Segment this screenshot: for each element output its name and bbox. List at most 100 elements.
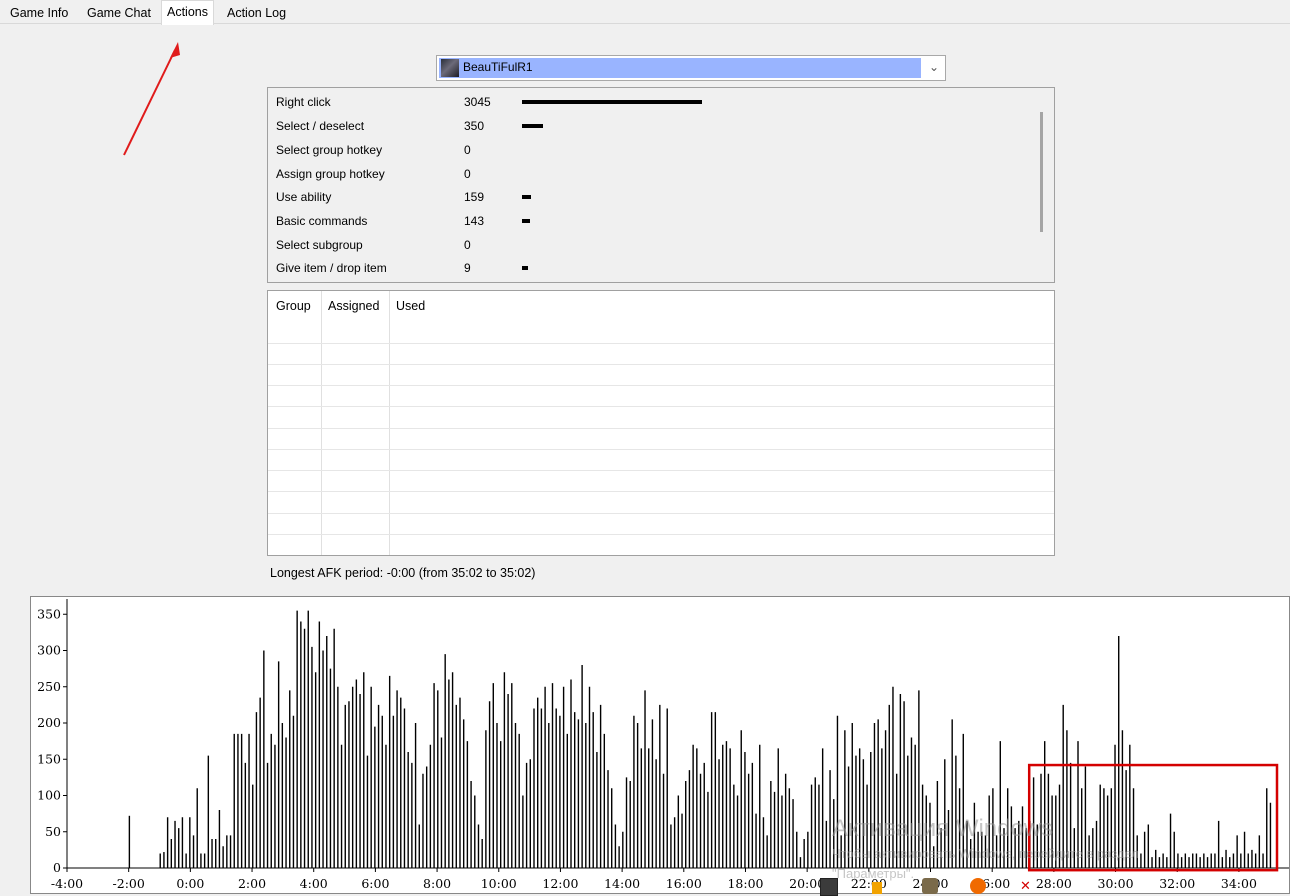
mute-icon[interactable]: ✕ bbox=[1020, 878, 1036, 894]
chart-bar bbox=[433, 683, 435, 868]
chart-bar bbox=[710, 712, 713, 868]
player-avatar bbox=[441, 59, 459, 77]
chart-bar bbox=[581, 665, 583, 868]
x-tick-label: 18:00 bbox=[727, 876, 763, 891]
chart-bar bbox=[388, 675, 391, 868]
chart-bar bbox=[377, 704, 380, 868]
activation-watermark-title: Активация Windows bbox=[832, 815, 1054, 842]
alert-icon[interactable] bbox=[970, 878, 986, 894]
x-tick-label: 12:00 bbox=[542, 876, 578, 891]
chart-bar bbox=[252, 784, 254, 868]
column-header-assigned[interactable]: Assigned bbox=[328, 299, 379, 313]
grid-line bbox=[268, 385, 1054, 386]
chart-bar bbox=[736, 795, 739, 868]
chart-bar bbox=[603, 733, 606, 868]
chart-bar bbox=[548, 723, 550, 868]
column-header-group[interactable]: Group bbox=[276, 299, 311, 313]
chart-bar bbox=[585, 723, 587, 868]
player-select[interactable]: BeauTiFulR1 ⌄ bbox=[436, 55, 946, 81]
chart-bar bbox=[666, 708, 668, 868]
chart-bar bbox=[614, 824, 617, 868]
chart-bar bbox=[370, 686, 372, 868]
stat-value: 3045 bbox=[464, 95, 491, 109]
chart-bar bbox=[244, 762, 247, 868]
chart-bar bbox=[281, 723, 284, 868]
chart-bar bbox=[462, 719, 465, 868]
chart-bar bbox=[329, 668, 332, 868]
x-tick-label: 16:00 bbox=[666, 876, 702, 891]
chart-bar bbox=[570, 679, 572, 868]
activation-watermark-line: Чтобы активировать Windows, перейдите в … bbox=[832, 846, 1139, 861]
chart-bar bbox=[240, 733, 243, 868]
chart-bar bbox=[333, 628, 335, 868]
stat-label: Assign group hotkey bbox=[276, 167, 385, 181]
chart-bar bbox=[300, 621, 302, 868]
chart-bar bbox=[303, 628, 306, 868]
chart-bar bbox=[215, 839, 217, 868]
stat-bar bbox=[522, 219, 530, 223]
chart-bar bbox=[759, 744, 761, 868]
chart-bar bbox=[437, 690, 439, 868]
chart-bar bbox=[784, 773, 787, 868]
chevron-down-icon[interactable]: ⌄ bbox=[929, 60, 939, 74]
chart-bar bbox=[266, 762, 269, 868]
tab-action-log[interactable]: Action Log bbox=[222, 3, 291, 23]
chart-bar bbox=[740, 730, 742, 868]
chart-bar bbox=[418, 824, 420, 868]
stats-scrollbar[interactable] bbox=[1040, 112, 1043, 232]
chart-bar bbox=[562, 686, 565, 868]
chart-bar bbox=[511, 683, 513, 868]
y-tick-label: 350 bbox=[37, 606, 61, 621]
stat-value: 159 bbox=[464, 190, 485, 204]
stat-value: 0 bbox=[464, 143, 471, 157]
stat-label: Give item / drop item bbox=[276, 261, 387, 275]
chart-bar bbox=[248, 733, 250, 868]
chart-bar bbox=[544, 686, 546, 868]
chart-bar bbox=[655, 759, 657, 868]
chart-bar bbox=[222, 846, 224, 868]
grid-line bbox=[268, 364, 1054, 365]
afk-period-text: Longest AFK period: -0:00 (from 35:02 to… bbox=[270, 566, 536, 580]
chart-bar bbox=[470, 781, 472, 868]
stat-bar bbox=[522, 124, 543, 128]
chart-bar bbox=[696, 748, 698, 868]
chart-bar bbox=[403, 708, 406, 868]
player-name: BeauTiFulR1 bbox=[463, 60, 533, 74]
chart-bar bbox=[340, 744, 343, 868]
chart-bar bbox=[455, 704, 457, 868]
chart-bar bbox=[514, 723, 517, 868]
warcraft-icon[interactable] bbox=[922, 878, 938, 894]
chart-bar bbox=[644, 690, 646, 868]
chart-bar bbox=[533, 708, 535, 868]
chart-bar bbox=[359, 694, 361, 868]
chart-bar bbox=[662, 773, 665, 868]
chart-bar bbox=[751, 762, 754, 868]
chart-bar bbox=[255, 712, 258, 868]
chart-bar bbox=[322, 650, 324, 868]
chart-bar bbox=[507, 694, 509, 868]
grid-line bbox=[268, 428, 1054, 429]
chart-bar bbox=[425, 766, 428, 868]
chart-bar bbox=[673, 817, 676, 868]
chart-bar bbox=[681, 813, 683, 868]
chart-bar bbox=[181, 817, 184, 868]
chart-bar bbox=[211, 839, 213, 868]
speaker-icon[interactable] bbox=[872, 882, 882, 894]
chart-bar bbox=[707, 791, 709, 868]
x-tick-label: 6:00 bbox=[361, 876, 389, 891]
chart-bar bbox=[744, 752, 746, 868]
film-icon[interactable] bbox=[820, 878, 838, 896]
chart-bar bbox=[699, 773, 702, 868]
chart-bar bbox=[722, 744, 724, 868]
grid-line bbox=[268, 406, 1054, 407]
column-header-used[interactable]: Used bbox=[396, 299, 425, 313]
y-tick-label: 300 bbox=[37, 643, 61, 658]
chart-bar bbox=[729, 748, 731, 868]
chart-bar bbox=[1269, 802, 1272, 868]
chart-bar bbox=[670, 824, 672, 868]
chart-bar bbox=[622, 831, 624, 868]
chart-bar bbox=[629, 781, 631, 868]
y-tick-label: 100 bbox=[37, 788, 61, 803]
chart-bar bbox=[566, 733, 569, 868]
chart-bar bbox=[692, 744, 694, 868]
